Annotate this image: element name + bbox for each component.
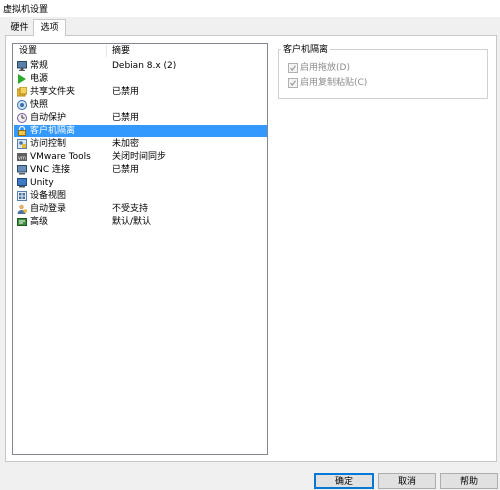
list-item-vnc[interactable]: VNC 连接 已禁用 [14, 164, 267, 176]
checkbox-box[interactable] [288, 63, 298, 73]
list-item-label: 快照 [30, 100, 49, 110]
play-icon [17, 74, 27, 84]
list-item-vmware-tools[interactable]: vm VMware Tools 关闭时间同步 [14, 151, 267, 163]
vmware-tools-icon: vm [17, 152, 27, 162]
checkbox-label: 启用拖放(D) [300, 63, 350, 73]
vnc-icon [17, 165, 27, 175]
list-item-label: VNC 连接 [30, 165, 71, 175]
list-item-advanced[interactable]: 高级 默认/默认 [14, 216, 267, 228]
device-view-icon [17, 191, 27, 201]
enable-copy-paste-checkbox[interactable]: 启用复制粘贴(C) [288, 77, 468, 89]
list-item-label: Unity [30, 178, 54, 188]
clock-icon [17, 113, 27, 123]
enable-drag-drop-checkbox[interactable]: 启用拖放(D) [288, 62, 468, 74]
list-item-label: VMware Tools [30, 152, 91, 162]
list-item-power[interactable]: 电源 [14, 73, 267, 85]
list-item-access-control[interactable]: 访问控制 未加密 [14, 138, 267, 150]
advanced-icon [17, 217, 27, 227]
list-header: 设置 摘要 [13, 44, 267, 58]
list-item-snapshots[interactable]: 快照 [14, 99, 267, 111]
list-item-label: 常规 [30, 61, 49, 71]
list-item-label: 访问控制 [30, 139, 67, 149]
list-item-label: 设备视图 [30, 191, 67, 201]
snapshot-icon [17, 100, 27, 110]
list-item-summary: 已禁用 [112, 113, 140, 123]
list-item-summary: 不受支持 [112, 204, 149, 214]
help-button[interactable]: 帮助 [440, 473, 498, 489]
header-divider[interactable] [106, 45, 107, 57]
list-item-label: 共享文件夹 [30, 87, 76, 97]
unity-icon [17, 178, 27, 188]
checkmark-icon [290, 80, 296, 86]
guest-isolation-group [278, 49, 488, 99]
checkmark-icon [290, 65, 296, 71]
list-item-label: 电源 [30, 74, 49, 84]
list-item-unity[interactable]: Unity [14, 177, 267, 189]
list-item-label: 客户机隔离 [30, 126, 76, 136]
list-item-summary: 关闭时间同步 [112, 152, 167, 162]
cancel-button[interactable]: 取消 [378, 473, 436, 489]
user-icon [17, 204, 27, 214]
access-control-icon [17, 139, 27, 149]
header-summary[interactable]: 摘要 [112, 44, 130, 58]
list-item-label: 高级 [30, 217, 49, 227]
group-title: 客户机隔离 [281, 42, 331, 55]
list-item-summary: 未加密 [112, 139, 140, 149]
tab-hardware[interactable]: 硬件 [6, 21, 33, 35]
svg-text:vm: vm [18, 156, 26, 162]
list-item-summary: 已禁用 [112, 87, 140, 97]
window-title: 虚拟机设置 [3, 5, 49, 15]
list-item-shared-folders[interactable]: 共享文件夹 已禁用 [14, 86, 267, 98]
list-item-summary: 已禁用 [112, 165, 140, 175]
tab-options[interactable]: 选项 [33, 19, 66, 36]
list-item-guest-isolation[interactable]: 客户机隔离 [14, 125, 267, 137]
checkbox-label: 启用复制粘贴(C) [300, 78, 368, 88]
list-item-summary: 默认/默认 [112, 217, 152, 227]
title-bar: 虚拟机设置 [0, 0, 500, 17]
settings-list[interactable]: 设置 摘要 常规 Debian 8.x (2) 电源 共享文件夹 已禁用 快照 [12, 43, 268, 455]
list-item-device-view[interactable]: 设备视图 [14, 190, 267, 202]
list-item-autoprotect[interactable]: 自动保护 已禁用 [14, 112, 267, 124]
lock-icon [17, 125, 27, 136]
shared-folder-icon [16, 86, 28, 97]
header-setting[interactable]: 设置 [19, 44, 37, 58]
list-item-summary: Debian 8.x (2) [112, 61, 177, 71]
ok-button[interactable]: 确定 [314, 473, 374, 489]
checkbox-box[interactable] [288, 78, 298, 88]
list-item-general[interactable]: 常规 Debian 8.x (2) [14, 60, 267, 72]
list-item-label: 自动保护 [30, 113, 67, 123]
monitor-icon [17, 61, 27, 71]
list-item-label: 自动登录 [30, 204, 67, 214]
list-item-autologin[interactable]: 自动登录 不受支持 [14, 203, 267, 215]
